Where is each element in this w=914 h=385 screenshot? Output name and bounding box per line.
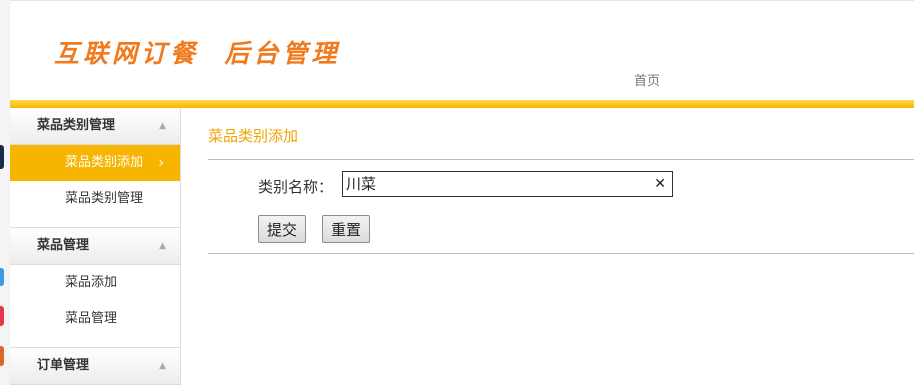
sidebar: 菜品类别管理 ▲ 菜品类别添加 › 菜品类别管理 菜品管理 ▲ 菜品添加 菜品管… [10,108,181,385]
sidebar-item-add-dish[interactable]: 菜品添加 [10,265,180,301]
triangle-up-icon: ▲ [159,241,166,251]
sidebar-group-title: 菜品管理 [37,238,90,253]
top-header: 互联网订餐 后台管理 首页 [10,0,914,101]
sidebar-item-manage-dish[interactable]: 菜品管理 [10,301,180,337]
triangle-up-icon: ▲ [159,121,166,131]
category-name-field: ✕ [342,171,673,197]
category-name-label: 类别名称： [258,178,334,196]
sidebar-item-manage-category[interactable]: 菜品类别管理 [10,181,180,217]
sidebar-item-label: 菜品添加 [65,275,118,290]
close-icon[interactable]: ✕ [654,172,666,196]
sidebar-group-title: 菜品类别管理 [37,118,116,133]
sidebar-group-dish[interactable]: 菜品管理 ▲ [10,228,180,265]
header-accent-bar [10,100,914,108]
sidebar-divider [10,217,180,228]
sidebar-divider [10,337,180,348]
left-dock [0,0,10,385]
title-divider [208,159,914,160]
triangle-up-icon: ▲ [159,361,166,371]
sidebar-item-label: 菜品类别管理 [65,191,144,206]
category-name-input[interactable] [343,172,646,194]
sidebar-group-title: 订单管理 [37,358,90,373]
form-divider [208,253,914,254]
sidebar-item-add-category[interactable]: 菜品类别添加 › [10,145,180,181]
nav-home-link[interactable]: 首页 [634,70,660,89]
dock-app-icon[interactable] [0,145,4,169]
submit-button[interactable]: 提交 [258,215,307,243]
dock-app-icon[interactable] [0,346,4,366]
reset-button[interactable]: 重置 [322,215,371,243]
dock-app-icon[interactable] [0,268,4,286]
site-logo: 互联网订餐 后台管理 [54,39,341,68]
page-title: 菜品类别添加 [208,127,299,145]
dock-app-icon[interactable] [0,306,4,326]
sidebar-group-dish-category[interactable]: 菜品类别管理 ▲ [10,108,180,145]
chevron-right-icon: › [158,155,164,171]
sidebar-group-order[interactable]: 订单管理 ▲ [10,348,180,385]
sidebar-item-label: 菜品类别添加 [65,155,144,170]
sidebar-item-label: 菜品管理 [65,311,118,326]
